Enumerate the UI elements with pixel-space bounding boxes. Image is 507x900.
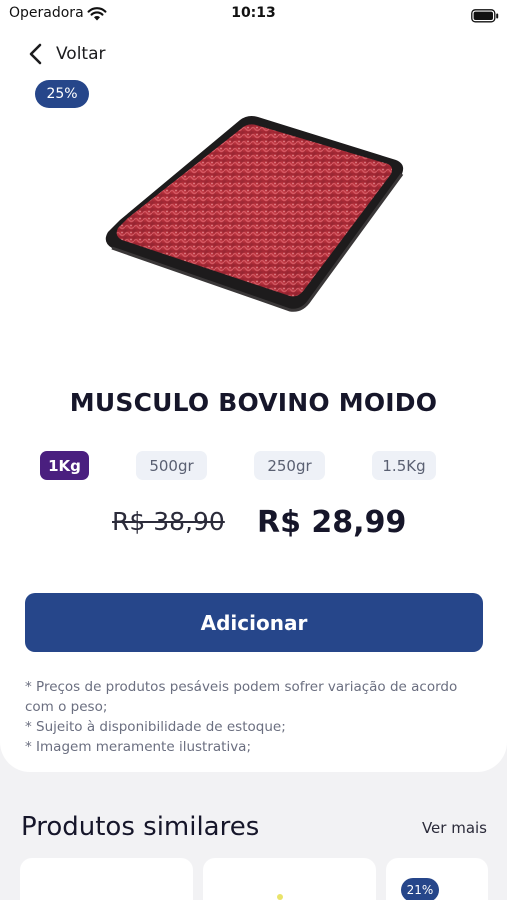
note-illustrative-image: * Imagem meramente ilustrativa; <box>25 739 252 755</box>
weight-option-1kg[interactable]: 1Kg <box>40 451 89 480</box>
product-thumbnail <box>277 894 283 900</box>
similar-product-card[interactable] <box>203 858 376 900</box>
add-to-cart-button[interactable]: Adicionar <box>25 593 483 652</box>
status-bar: Operadora 10:13 <box>0 0 507 30</box>
battery-icon <box>471 8 499 27</box>
discount-badge: 25% <box>35 80 89 108</box>
back-button[interactable]: Voltar <box>26 38 126 70</box>
note-stock: * Sujeito à disponibilidade de estoque; <box>25 719 286 735</box>
old-price: R$ 38,90 <box>112 507 225 536</box>
product-notes: * Preços de produtos pesáveis podem sofr… <box>25 677 483 757</box>
current-price: R$ 28,99 <box>257 505 407 540</box>
weight-option-500gr[interactable]: 500gr <box>136 451 207 480</box>
clock: 10:13 <box>231 5 276 21</box>
product-title: MUSCULO BOVINO MOIDO <box>69 388 438 417</box>
similar-product-card[interactable]: 21% <box>386 858 488 900</box>
similar-product-card[interactable] <box>20 858 193 900</box>
note-weight-variation: * Preços de produtos pesáveis podem sofr… <box>25 679 458 715</box>
chevron-left-icon <box>29 43 42 65</box>
product-detail-screen: Operadora 10:13 Voltar 25% MUSCULO BOVIN… <box>0 0 507 900</box>
weight-option-1-5kg[interactable]: 1.5Kg <box>372 451 436 480</box>
similar-products-title: Produtos similares <box>21 812 260 842</box>
product-image <box>105 116 404 312</box>
product-card: Operadora 10:13 Voltar 25% MUSCULO BOVIN… <box>0 0 507 772</box>
weight-option-250gr[interactable]: 250gr <box>254 451 325 480</box>
discount-badge: 21% <box>401 878 439 900</box>
back-label: Voltar <box>56 44 106 64</box>
see-more-link[interactable]: Ver mais <box>422 819 487 837</box>
